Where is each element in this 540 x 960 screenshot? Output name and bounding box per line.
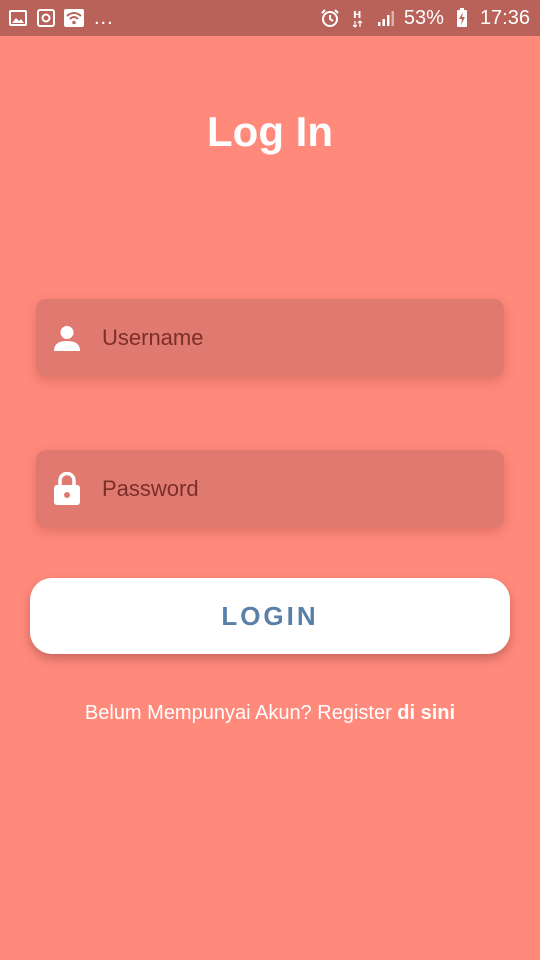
battery-charging-icon (452, 8, 472, 28)
status-bar: ... H 53% 17:36 (0, 0, 540, 36)
lock-icon (52, 472, 82, 506)
status-bar-right: H 53% 17:36 (320, 8, 530, 28)
svg-text:H: H (353, 10, 361, 21)
clock: 17:36 (479, 7, 530, 29)
register-link[interactable]: di sini (397, 702, 455, 724)
signal-icon (376, 8, 396, 28)
username-field[interactable] (36, 299, 504, 377)
page-title: Log In (207, 108, 333, 155)
image-icon (8, 8, 28, 28)
login-button[interactable]: LOGIN (30, 578, 510, 654)
register-prompt-text: Belum Mempunyai Akun? Register (84, 702, 398, 724)
password-field[interactable] (36, 450, 504, 528)
password-input[interactable] (102, 469, 482, 509)
person-icon (52, 321, 82, 355)
h-plus-data-icon: H (348, 8, 368, 28)
wifi-icon (64, 8, 84, 28)
register-prompt: Belum Mempunyai Akun? Register di sini (0, 700, 540, 726)
username-input[interactable] (102, 318, 482, 358)
battery-percentage: 53% (403, 7, 444, 29)
more-notifications: ... (94, 7, 114, 29)
screenshot-icon (36, 8, 56, 28)
status-bar-left: ... (8, 8, 114, 28)
alarm-icon (320, 8, 340, 28)
